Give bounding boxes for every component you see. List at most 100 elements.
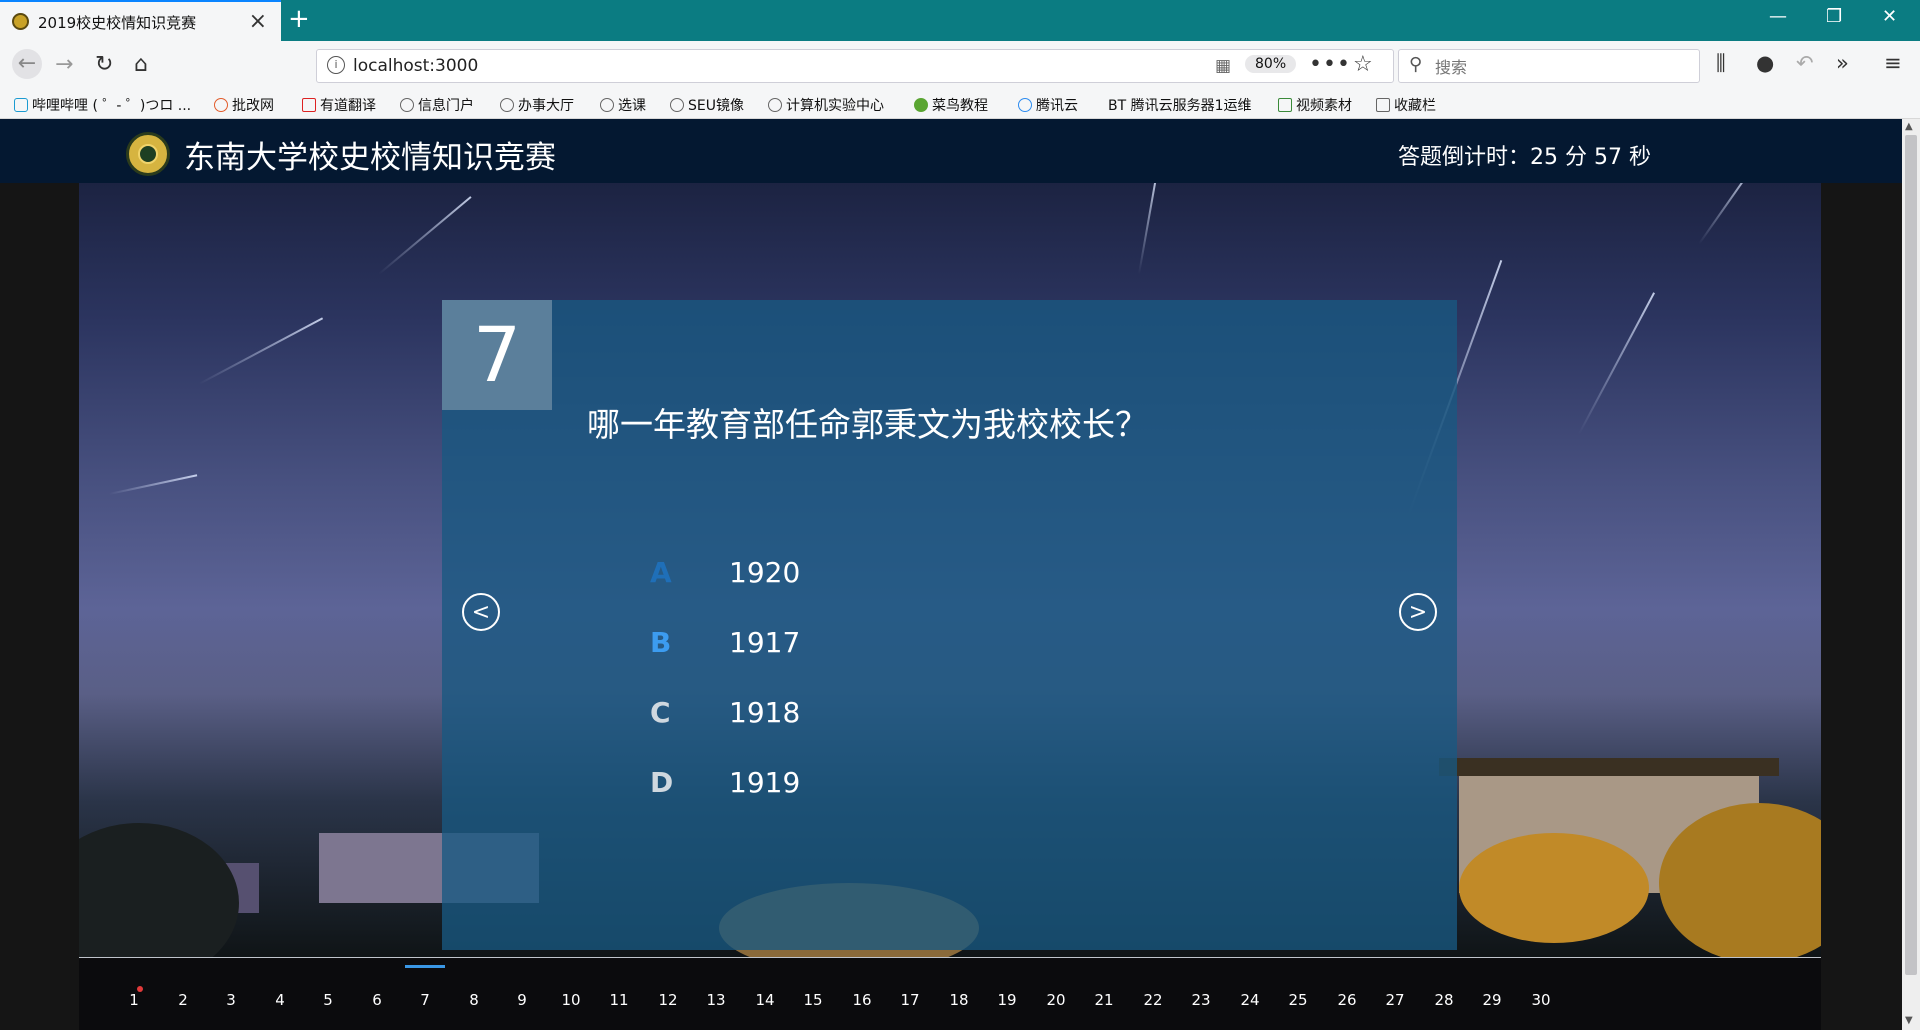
folder-icon xyxy=(1376,98,1390,112)
option-d[interactable]: D 1919 xyxy=(442,760,1457,810)
option-letter: B xyxy=(650,626,672,659)
bookmark-star-icon[interactable]: ☆ xyxy=(1353,52,1373,77)
star-trail xyxy=(1698,183,1752,245)
option-letter: C xyxy=(650,696,671,729)
prev-question-button[interactable]: < xyxy=(462,593,500,631)
countdown-timer: 答题倒计时：25 分 57 秒 xyxy=(1398,145,1651,170)
bookmark-bt-server[interactable]: BT 腾讯云服务器1运维 xyxy=(1108,95,1252,115)
bookmark-office-hall[interactable]: 办事大厅 xyxy=(500,95,574,115)
page-number-17[interactable]: 17 xyxy=(890,991,930,1009)
bookmark-pigai[interactable]: 批改网 xyxy=(214,95,274,115)
account-icon[interactable]: ● xyxy=(1756,51,1774,75)
page-number-24[interactable]: 24 xyxy=(1230,991,1270,1009)
page-number-26[interactable]: 26 xyxy=(1327,991,1367,1009)
bookmark-video-assets[interactable]: 视频素材 xyxy=(1278,95,1352,115)
qr-code-icon[interactable]: ▦ xyxy=(1215,56,1231,76)
browser-tab[interactable]: 2019校史校情知识竞赛 × xyxy=(0,0,281,41)
bookmark-course-selection[interactable]: 选课 xyxy=(600,95,646,115)
star-trail xyxy=(1578,292,1655,435)
cloud-icon xyxy=(1018,98,1032,112)
page-number-18[interactable]: 18 xyxy=(939,991,979,1009)
next-question-button[interactable]: > xyxy=(1399,593,1437,631)
search-box[interactable]: ⚲ xyxy=(1398,49,1700,83)
page-number-22[interactable]: 22 xyxy=(1133,991,1173,1009)
tree xyxy=(1459,833,1649,943)
page-number-12[interactable]: 12 xyxy=(648,991,688,1009)
page-number-14[interactable]: 14 xyxy=(745,991,785,1009)
page-number-9[interactable]: 9 xyxy=(502,991,542,1009)
site-header: 东南大学校史校情知识竞赛 答题倒计时：25 分 57 秒 xyxy=(0,119,1902,183)
menu-icon[interactable]: ≡ xyxy=(1884,51,1902,75)
page-number-5[interactable]: 5 xyxy=(308,991,348,1009)
page-number-10[interactable]: 10 xyxy=(551,991,591,1009)
page-actions-icon[interactable]: ••• xyxy=(1309,52,1351,77)
address-bar[interactable]: i localhost:3000 ▦ 80% ••• ☆ xyxy=(316,49,1394,83)
page-scrollbar[interactable]: ▲ ▼ xyxy=(1902,119,1920,1030)
page-number-20[interactable]: 20 xyxy=(1036,991,1076,1009)
star-trail xyxy=(378,196,472,275)
overflow-chevron-icon[interactable]: » xyxy=(1836,51,1849,75)
bookmark-portal[interactable]: 信息门户 xyxy=(400,95,474,115)
page-number-7[interactable]: 7 xyxy=(405,965,445,1009)
restore-window-icon[interactable]: ❐ xyxy=(1826,6,1842,27)
new-tab-button[interactable]: + xyxy=(288,4,310,34)
page-number-1[interactable]: 1 xyxy=(114,991,154,1009)
page-number-15[interactable]: 15 xyxy=(793,991,833,1009)
globe-icon xyxy=(400,98,414,112)
page-number-27[interactable]: 27 xyxy=(1375,991,1415,1009)
page-number-13[interactable]: 13 xyxy=(696,991,736,1009)
option-c[interactable]: C 1918 xyxy=(442,690,1457,740)
page-number-30[interactable]: 30 xyxy=(1521,991,1561,1009)
page-number-28[interactable]: 28 xyxy=(1424,991,1464,1009)
option-b[interactable]: B 1917 xyxy=(442,620,1457,670)
page-number-4[interactable]: 4 xyxy=(260,991,300,1009)
forward-arrow-icon[interactable]: → xyxy=(55,52,73,77)
url-text[interactable]: localhost:3000 xyxy=(353,56,478,76)
page-number-3[interactable]: 3 xyxy=(211,991,251,1009)
star-trail xyxy=(1138,183,1158,275)
question-number: 7 xyxy=(442,300,552,410)
page-number-23[interactable]: 23 xyxy=(1181,991,1221,1009)
minimize-window-icon[interactable]: — xyxy=(1769,6,1787,27)
search-input[interactable] xyxy=(1433,54,1687,80)
close-tab-icon[interactable]: × xyxy=(249,9,267,34)
option-value: 1918 xyxy=(729,696,801,729)
tv-icon xyxy=(14,98,28,112)
bookmark-bilibili[interactable]: 哔哩哔哩 ( ゜- ゜)つロ ... xyxy=(14,95,191,115)
page-number-2[interactable]: 2 xyxy=(163,991,203,1009)
scroll-up-icon[interactable]: ▲ xyxy=(1905,121,1913,132)
back-arrow-icon[interactable]: ← xyxy=(12,49,42,79)
page-number-21[interactable]: 21 xyxy=(1084,991,1124,1009)
home-icon[interactable]: ⌂ xyxy=(134,52,148,77)
site-info-icon[interactable]: i xyxy=(327,56,345,74)
bookmark-tencent-cloud[interactable]: 腾讯云 xyxy=(1018,95,1078,115)
bookmark-runoob[interactable]: 菜鸟教程 xyxy=(914,95,988,115)
question-pager: 1 2 3 4 5 6 7 8 9 10 11 12 13 14 15 16 17 18 19 20 21 22 23 24 2… xyxy=(79,957,1821,1030)
scroll-down-icon[interactable]: ▼ xyxy=(1905,1015,1913,1026)
video-icon xyxy=(1278,98,1292,112)
reload-icon[interactable]: ↻ xyxy=(95,52,113,77)
page-number-16[interactable]: 16 xyxy=(842,991,882,1009)
tree xyxy=(79,823,239,957)
bookmark-favorites-folder[interactable]: 收藏栏 xyxy=(1376,95,1436,115)
library-icon[interactable]: ⫼ xyxy=(1716,51,1726,76)
scrollbar-thumb[interactable] xyxy=(1905,135,1917,975)
option-value: 1917 xyxy=(729,626,801,659)
close-window-icon[interactable]: ✕ xyxy=(1882,6,1897,27)
page-number-29[interactable]: 29 xyxy=(1472,991,1512,1009)
page-number-25[interactable]: 25 xyxy=(1278,991,1318,1009)
page-number-19[interactable]: 19 xyxy=(987,991,1027,1009)
page-number-6[interactable]: 6 xyxy=(357,991,397,1009)
bookmark-computer-lab[interactable]: 计算机实验中心 xyxy=(768,95,884,115)
option-a[interactable]: A 1920 xyxy=(442,550,1457,600)
undo-icon[interactable]: ↶ xyxy=(1796,51,1814,75)
zoom-level[interactable]: 80% xyxy=(1245,55,1297,73)
bookmark-seu-mirror[interactable]: SEU镜像 xyxy=(670,95,744,115)
globe-icon xyxy=(670,98,684,112)
bookmark-youdao[interactable]: 有道翻译 xyxy=(302,95,376,115)
option-letter: A xyxy=(650,556,672,589)
site-favicon-icon xyxy=(12,13,29,30)
page-number-11[interactable]: 11 xyxy=(599,991,639,1009)
page-number-8[interactable]: 8 xyxy=(454,991,494,1009)
search-icon: ⚲ xyxy=(1409,54,1423,75)
